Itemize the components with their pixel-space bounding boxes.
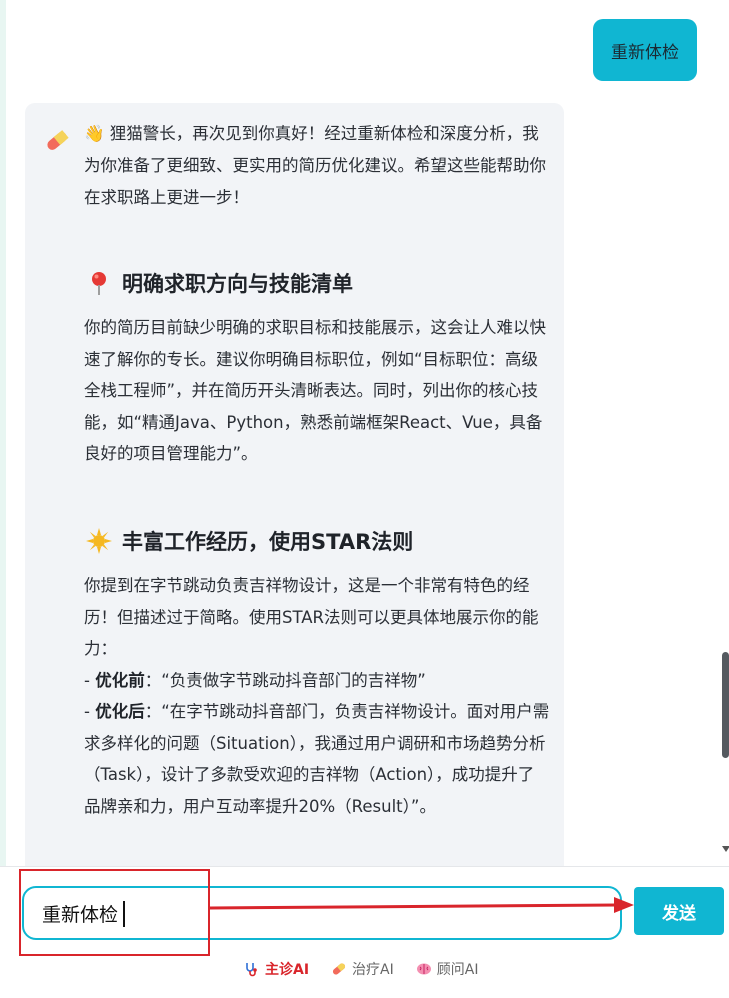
send-button[interactable]: 发送: [634, 887, 724, 935]
after-label: 优化后: [95, 702, 145, 721]
before-label: 优化前: [95, 670, 145, 690]
ai-intro-text: 👋 狸猫警长，再次见到你真好！经过重新体检和深度分析，我为你准备了更细致、更实用…: [84, 124, 546, 207]
section-heading-experience: 丰富工作经历，使用STAR法则: [86, 526, 413, 556]
pill-icon: [332, 963, 346, 975]
brain-icon: [416, 963, 431, 975]
scroll-down-arrow-icon[interactable]: [722, 846, 729, 852]
mode-diagnosis[interactable]: 主诊AI: [244, 959, 309, 979]
user-message-text: 重新体检: [611, 42, 679, 63]
scrollbar-thumb[interactable]: [722, 652, 729, 758]
section-body-direction: 你的简历目前缺少明确的求职目标和技能展示，这会让人难以快速了解你的专长。建议你明…: [84, 318, 546, 463]
section-body-experience: 你提到在字节跳动负责吉祥物设计，这是一个非常有特色的经历！但描述过于简略。使用S…: [84, 570, 550, 822]
experience-intro: 你提到在字节跳动负责吉祥物设计，这是一个非常有特色的经历！但描述过于简略。使用S…: [84, 576, 539, 658]
section-heading-direction: 明确求职方向与技能清单: [86, 268, 353, 298]
chat-scroll-area[interactable]: 重新体检 👋 狸猫警长，再次见到你真好！经过重新体检和深度分析，我为你准备了更细…: [6, 0, 717, 868]
bullet-after: -: [84, 702, 96, 721]
mode-treatment[interactable]: 治疗AI: [331, 959, 394, 979]
mode-label-treatment: 治疗AI: [352, 962, 394, 978]
after-text: ：“在字节跳动抖音部门，负责吉祥物设计。面对用户需求多样化的问题（Situati…: [84, 702, 550, 816]
ai-mode-switcher: 主诊AI 治疗AI 顾问AI: [244, 958, 478, 980]
stethoscope-icon: [246, 963, 257, 977]
mode-consultant[interactable]: 顾问AI: [416, 959, 479, 979]
pill-avatar-icon: [47, 130, 69, 150]
annotation-highlight-box: [19, 869, 210, 956]
bullet-before: -: [84, 670, 96, 690]
section-title-direction: 明确求职方向与技能清单: [122, 272, 353, 296]
mode-label-consultant: 顾问AI: [436, 962, 479, 978]
pushpin-icon: [92, 272, 106, 295]
user-message-bubble: 重新体检: [593, 19, 697, 81]
mode-label-diagnosis: 主诊AI: [265, 962, 310, 978]
sun-icon: [86, 528, 112, 554]
section-title-experience: 丰富工作经历，使用STAR法则: [122, 530, 414, 554]
before-text: ：“负责做字节跳动抖音部门的吉祥物”: [144, 670, 426, 690]
